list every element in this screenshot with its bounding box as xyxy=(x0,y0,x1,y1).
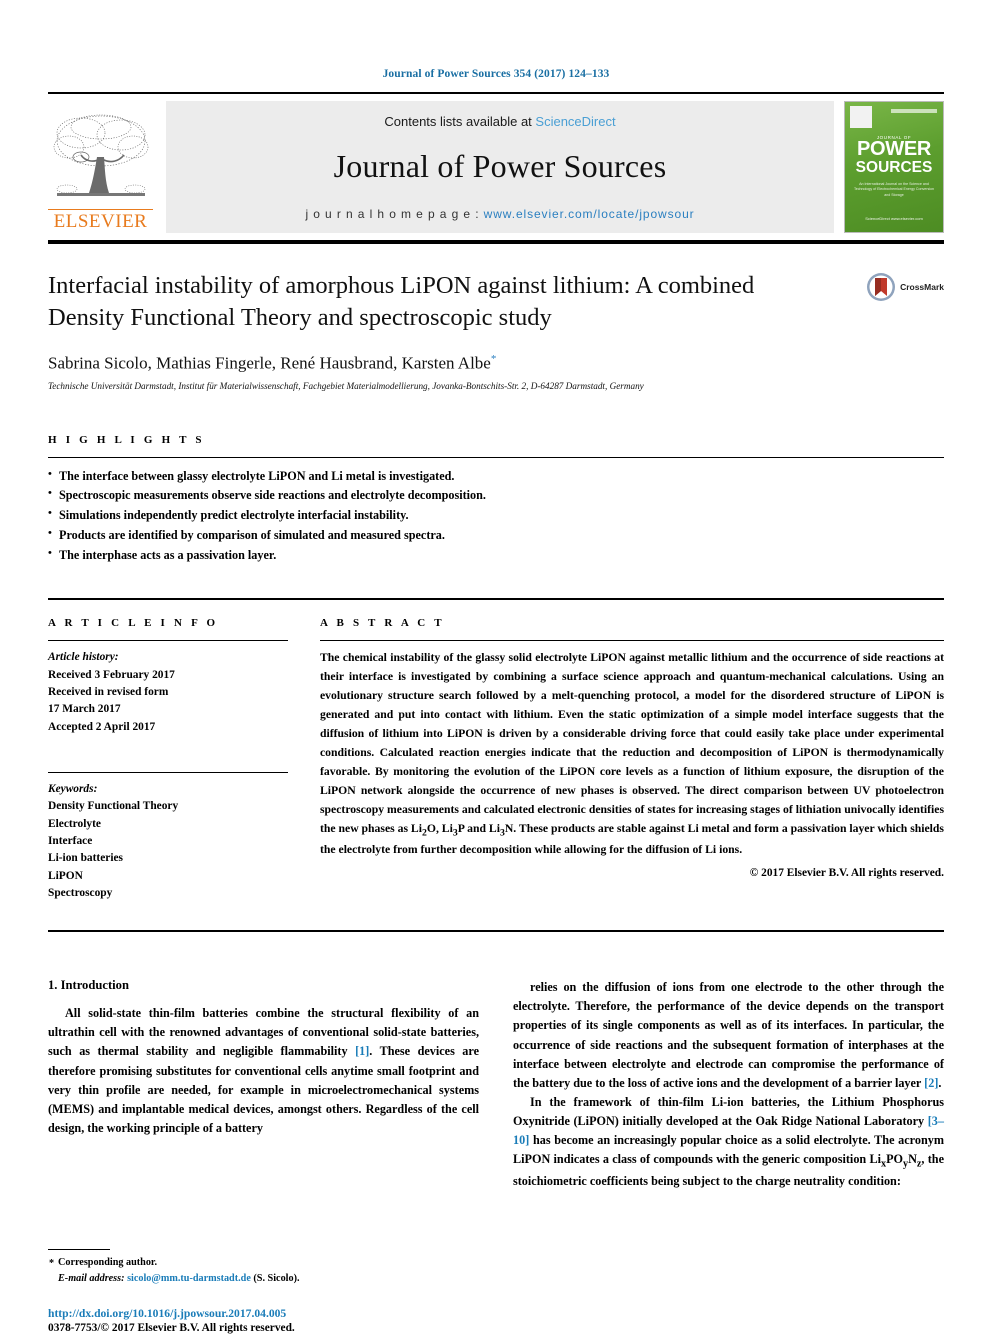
journal-homepage-line: j o u r n a l h o m e p a g e : www.else… xyxy=(176,207,824,221)
keywords-list: Keywords: Density Functional Theory Elec… xyxy=(48,781,288,902)
list-item: Products are identified by comparison of… xyxy=(48,525,944,546)
keyword-item: Spectroscopy xyxy=(48,887,113,900)
affiliation: Technische Universität Darmstadt, Instit… xyxy=(48,381,644,392)
contents-prefix: Contents lists available at xyxy=(384,114,536,129)
paper-page: Journal of Power Sources 354 (2017) 124–… xyxy=(0,0,992,1334)
abstract-column: A B S T R A C T The chemical instability… xyxy=(320,617,944,902)
list-item: Spectroscopic measurements observe side … xyxy=(48,485,944,506)
email-suffix: (S. Sicolo). xyxy=(253,1272,300,1284)
info-abstract-block: A R T I C L E I N F O Article history: R… xyxy=(48,598,944,902)
citation-link[interactable]: [1] xyxy=(355,1044,369,1058)
masthead-bottom-rule xyxy=(48,240,944,244)
highlights-section: H I G H L I G H T S The interface betwee… xyxy=(48,434,944,566)
doi-block: http://dx.doi.org/10.1016/j.jpowsour.201… xyxy=(48,1307,944,1334)
citation-link[interactable]: [3–10] xyxy=(513,1114,944,1147)
abstract-text: The chemical instability of the glassy s… xyxy=(320,651,944,857)
corresponding-author-marker: * xyxy=(490,352,497,365)
journal-title: Journal of Power Sources xyxy=(333,148,667,184)
footnote-block: Corresponding author. E-mail address: si… xyxy=(48,1249,468,1287)
article-history-label: Article history: xyxy=(48,651,119,664)
body-left-column: 1. Introduction All solid-state thin-fil… xyxy=(48,978,479,1191)
journal-homepage-url[interactable]: www.elsevier.com/locate/jpowsour xyxy=(484,207,695,221)
journal-masthead: ELSEVIER Contents lists available at Sci… xyxy=(48,92,944,233)
homepage-prefix: j o u r n a l h o m e p a g e : xyxy=(305,207,484,221)
page-title: Interfacial instability of amorphous LiP… xyxy=(48,272,755,332)
article-info-heading: A R T I C L E I N F O xyxy=(48,617,219,630)
article-info-column: A R T I C L E I N F O Article history: R… xyxy=(48,617,288,902)
crossmark-icon xyxy=(867,273,896,301)
email-label: E-mail address: xyxy=(58,1272,125,1284)
history-line: 17 March 2017 xyxy=(48,703,121,716)
cover-footer: ScienceDirect www.elsevier.com xyxy=(865,215,923,221)
history-line: Accepted 2 April 2017 xyxy=(48,720,156,733)
abstract-heading: A B S T R A C T xyxy=(320,617,445,630)
body-right-column: relies on the diffusion of ions from one… xyxy=(513,978,944,1191)
keyword-item: Density Functional Theory xyxy=(48,800,179,813)
keywords-block: Keywords: Density Functional Theory Elec… xyxy=(48,772,288,902)
elsevier-logo: ELSEVIER xyxy=(48,101,153,233)
article-info-rule: Article history: Received 3 February 201… xyxy=(48,640,288,736)
crossmark-badge[interactable]: CrossMark xyxy=(866,272,944,302)
intro-paragraph-left: All solid-state thin-film batteries comb… xyxy=(48,1006,479,1135)
running-head: Journal of Power Sources 354 (2017) 124–… xyxy=(382,68,610,80)
intro-paragraph-right-2: In the framework of thin-film Li-ion bat… xyxy=(513,1094,944,1188)
highlights-list: The interface between glassy electrolyte… xyxy=(48,466,944,566)
masthead-center-panel: Contents lists available at ScienceDirec… xyxy=(166,101,834,233)
issn-copyright-line: 0378-7753/© 2017 Elsevier B.V. All right… xyxy=(48,1321,295,1334)
abstract-copyright: © 2017 Elsevier B.V. All rights reserved… xyxy=(749,867,944,880)
section-heading-introduction: 1. Introduction xyxy=(48,978,129,993)
cover-publisher-mark xyxy=(850,106,872,128)
footnote-rule xyxy=(48,1249,110,1251)
list-item: Simulations independently predict electr… xyxy=(48,505,944,526)
keywords-label: Keywords: xyxy=(48,783,98,796)
body-columns: 1. Introduction All solid-state thin-fil… xyxy=(48,978,944,1191)
footnote-text: Corresponding author. E-mail address: si… xyxy=(48,1255,468,1287)
cover-title-line2: SOURCES xyxy=(855,158,933,176)
journal-cover-thumbnail: JOURNAL OF POWER SOURCES An Internationa… xyxy=(844,101,944,233)
intro-paragraph-right-1: relies on the diffusion of ions from one… xyxy=(513,980,944,1090)
sciencedirect-link[interactable]: ScienceDirect xyxy=(535,114,615,129)
list-item: The interface between glassy electrolyte… xyxy=(48,466,944,487)
article-history: Article history: Received 3 February 201… xyxy=(48,649,288,736)
title-block: CrossMark Interfacial instability of amo… xyxy=(48,270,944,394)
keyword-item: Interface xyxy=(48,835,93,848)
email-link[interactable]: sicolo@mm.tu-darmstadt.de xyxy=(127,1273,251,1284)
contents-available-line: Contents lists available at ScienceDirec… xyxy=(176,114,824,129)
crossmark-label: CrossMark xyxy=(900,282,944,292)
keyword-item: Electrolyte xyxy=(48,817,101,830)
keyword-item: LiPON xyxy=(48,869,83,882)
highlights-heading: H I G H L I G H T S xyxy=(48,433,205,446)
corresponding-author-note: Corresponding author. xyxy=(49,1255,468,1272)
cover-title-line1: POWER xyxy=(856,138,932,160)
author-names: Sabrina Sicolo, Mathias Fingerle, René H… xyxy=(48,353,491,373)
elsevier-wordmark: ELSEVIER xyxy=(48,209,153,231)
history-line: Received 3 February 2017 xyxy=(48,668,175,681)
cover-title: POWER SOURCES xyxy=(845,138,943,176)
email-line: E-mail address: sicolo@mm.tu-darmstadt.d… xyxy=(58,1271,468,1287)
list-item: The interphase acts as a passivation lay… xyxy=(48,545,944,566)
author-list: Sabrina Sicolo, Mathias Fingerle, René H… xyxy=(48,353,944,374)
doi-link[interactable]: http://dx.doi.org/10.1016/j.jpowsour.201… xyxy=(48,1307,944,1320)
cover-subtitle: An International Journal on the Science … xyxy=(853,182,935,197)
abstract-bottom-rule xyxy=(48,930,944,933)
keyword-item: Li-ion batteries xyxy=(48,852,123,865)
cover-top-rule xyxy=(891,109,937,113)
highlights-rule xyxy=(48,456,944,458)
elsevier-tree-icon xyxy=(53,114,148,196)
abstract-rule: The chemical instability of the glassy s… xyxy=(320,640,944,879)
citation-link[interactable]: [2] xyxy=(924,1076,938,1090)
history-line: Received in revised form xyxy=(48,686,169,699)
keywords-rule: Keywords: Density Functional Theory Elec… xyxy=(48,772,288,902)
